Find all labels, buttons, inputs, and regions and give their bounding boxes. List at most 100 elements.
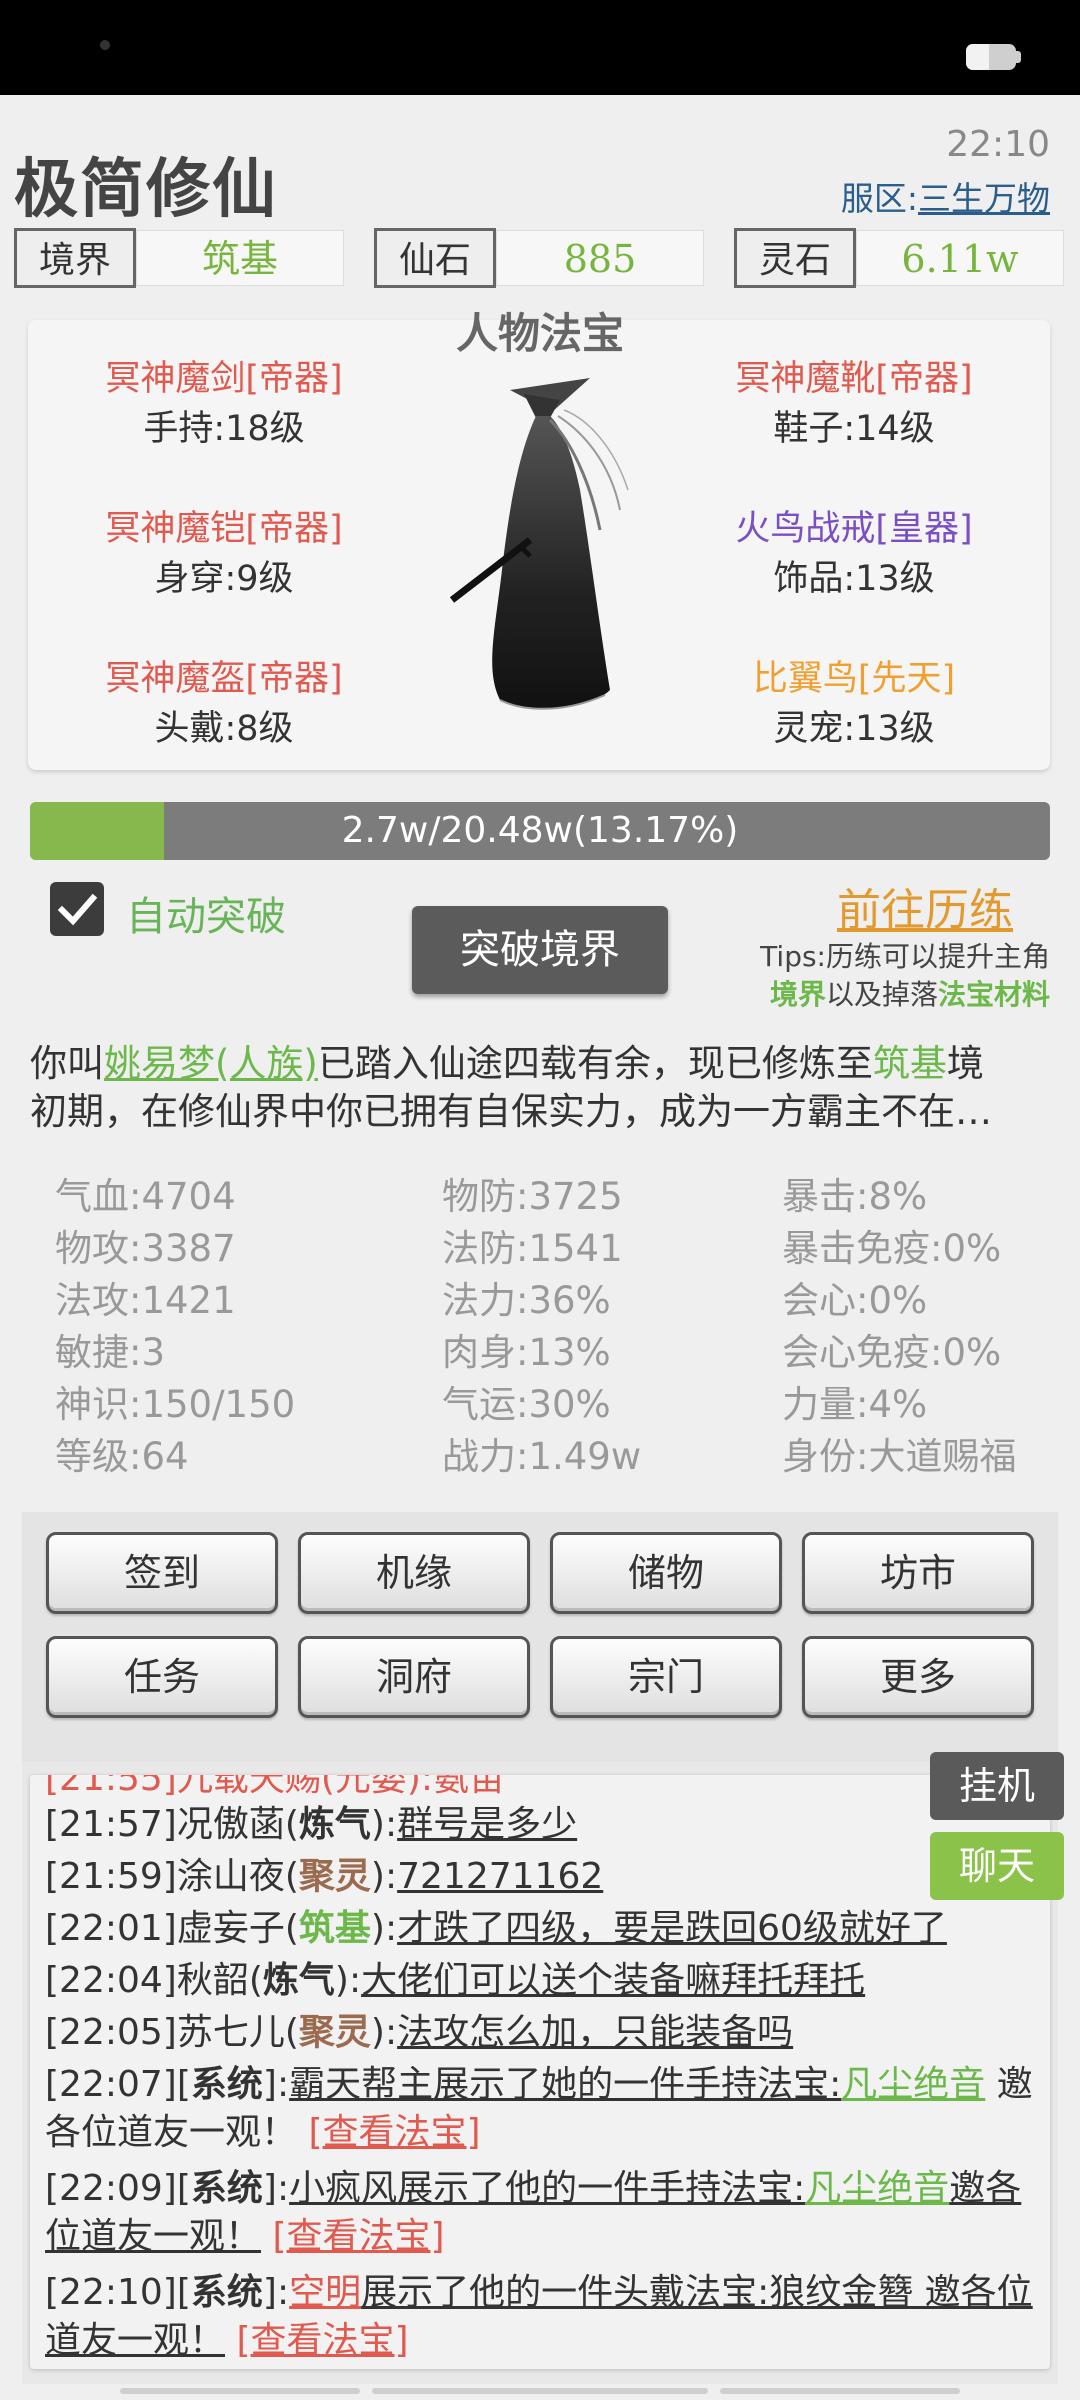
storage-button[interactable]: 储物	[550, 1532, 782, 1614]
view-treasure-link[interactable]: [查看法宝]	[272, 2216, 444, 2257]
tips-realm: 境界	[769, 978, 826, 1011]
cave-button[interactable]: 洞府	[298, 1636, 530, 1718]
view-treasure-link[interactable]: [查看法宝]	[236, 2320, 408, 2361]
tips-line-1: Tips:历练可以提升主角	[760, 940, 1050, 973]
attribute-stat: 物防:3725	[442, 1175, 623, 1218]
chat-realm: 聚灵	[298, 2012, 371, 2053]
market-button[interactable]: 坊市	[802, 1532, 1034, 1614]
attribute-stat: 暴击免疫:0%	[782, 1227, 1002, 1270]
attribute-stat: 战力:1.49w	[442, 1435, 642, 1478]
tips-line-2: 境界以及掉落法宝材料	[700, 976, 1050, 1014]
chat-time: [22:01]	[45, 1908, 177, 1949]
chat-log[interactable]: [21:55]九载天赐(元婴):氨苗 [21:57]况傲菡(炼气):群号是多少 …	[30, 1775, 1050, 2369]
attribute-stat: 肉身:13%	[442, 1331, 611, 1374]
server-label: 服区:	[840, 179, 918, 218]
battery-icon	[966, 44, 1016, 70]
story-line-2: 初期，在修仙界中你已拥有自保实力，成为一方霸主不在…	[30, 1090, 992, 1133]
system-tag: 系统	[190, 2272, 263, 2313]
chat-text: 法攻怎么加，只能装备吗	[397, 2012, 794, 2053]
chat-message: [22:05]苏七儿(聚灵):法攻怎么加，只能装备吗	[45, 2012, 794, 2053]
sign-in-button[interactable]: 签到	[46, 1532, 278, 1614]
go-training-link[interactable]: 前往历练	[800, 874, 1050, 938]
attribute-stat: 法防:1541	[442, 1227, 623, 1270]
character-name-link[interactable]: 姚易梦(人族)	[104, 1042, 318, 1085]
system-message: [22:10][系统]:空明展示了他的一件头戴法宝:狼纹金簪 邀各位道友一观！ …	[45, 2272, 1033, 2361]
chat-message: [22:04]秋韶(炼气):大佬们可以送个装备嘛拜托拜托	[45, 1960, 866, 2001]
equip-weapon-slot: 手持:18级	[143, 409, 305, 449]
tasks-button[interactable]: 任务	[46, 1636, 278, 1718]
auto-idle-button[interactable]: 挂机	[930, 1752, 1064, 1820]
chat-time: [21:57]	[45, 1804, 177, 1845]
equip-pet-name[interactable]: 比翼鸟[先天]	[674, 650, 1034, 701]
attribute-stat: 敏捷:3	[55, 1331, 166, 1374]
attribute-stat: 会心免疫:0%	[782, 1331, 1002, 1374]
battery-nub	[1016, 51, 1021, 63]
attribute-stat: 气运:30%	[442, 1383, 611, 1426]
fortune-button[interactable]: 机缘	[298, 1532, 530, 1614]
attribute-stat: 法攻:1421	[55, 1279, 236, 1322]
auto-breakthrough-checkbox[interactable]	[50, 882, 104, 936]
system-user[interactable]: 霸天帮主	[289, 2064, 433, 2105]
equip-boots-name[interactable]: 冥神魔靴[帝器]	[674, 350, 1034, 401]
chat-realm: 炼气	[262, 1960, 335, 2001]
server-name-link[interactable]: 三生万物	[918, 179, 1050, 218]
view-treasure-link[interactable]: [查看法宝]	[308, 2112, 480, 2153]
equip-ring-slot: 饰品:13级	[773, 559, 935, 599]
chat-user[interactable]: 苏七儿	[177, 2012, 285, 2053]
chat-time: [22:04]	[45, 1960, 177, 2001]
attribute-stat: 暴击:8%	[782, 1175, 928, 1218]
chat-user[interactable]: 虚妄子	[177, 1908, 285, 1949]
more-button[interactable]: 更多	[802, 1636, 1034, 1718]
game-clock: 22:10	[946, 124, 1050, 165]
system-message: [22:09][系统]:小疯风展示了他的一件手持法宝:凡尘绝音邀各位道友一观！ …	[45, 2168, 1022, 2257]
chat-user[interactable]: 涂山夜	[177, 1856, 285, 1897]
chat-button[interactable]: 聊天	[930, 1832, 1064, 1900]
system-user[interactable]: 小疯风	[289, 2168, 397, 2209]
chat-partial-line: [21:55]九载天赐(元婴):氨苗	[45, 1775, 1040, 1803]
tips-text: Tips:历练可以提升主角 境界以及掉落法宝材料	[700, 938, 1050, 1014]
breakthrough-button[interactable]: 突破境界	[412, 906, 668, 994]
camera-dot	[100, 40, 110, 50]
equip-helmet-name[interactable]: 冥神魔盔[帝器]	[44, 650, 404, 701]
story-text-1: 你叫	[30, 1042, 104, 1085]
chat-text: 大佬们可以送个装备嘛拜托拜托	[361, 1960, 866, 2001]
battery-level	[966, 44, 989, 70]
system-user[interactable]: 空明	[289, 2272, 361, 2313]
chat-time: [22:09]	[45, 2168, 177, 2209]
attribute-stat: 气血:4704	[55, 1175, 236, 1218]
system-desc: 展示了他的一件手持法宝:	[397, 2168, 806, 2209]
attribute-stat: 会心:0%	[782, 1279, 928, 1322]
system-tag: 系统	[190, 2168, 263, 2209]
equip-weapon-name[interactable]: 冥神魔剑[帝器]	[44, 350, 404, 401]
attribute-stat: 等级:64	[55, 1435, 189, 1478]
equip-armor-name[interactable]: 冥神魔铠[帝器]	[44, 500, 404, 551]
treasure-name-link[interactable]: 凡尘绝音	[841, 2064, 985, 2105]
story-realm: 筑基	[872, 1042, 947, 1085]
attribute-stat: 法力:36%	[442, 1279, 611, 1322]
character-figure	[449, 378, 629, 710]
chat-time: [22:07]	[45, 2064, 177, 2105]
tips-materials: 法宝材料	[937, 978, 1050, 1011]
auto-breakthrough-label[interactable]: 自动突破	[126, 884, 286, 942]
equip-armor-slot: 身穿:9级	[154, 559, 294, 599]
checkmark-icon	[57, 893, 98, 926]
attribute-stat: 身份:大道赐福	[782, 1435, 1017, 1478]
equip-ring-name[interactable]: 火鸟战戒[皇器]	[674, 500, 1034, 551]
equip-pet-slot: 灵宠:13级	[773, 709, 935, 749]
chat-user[interactable]: 况傲菡	[177, 1804, 285, 1845]
sect-button[interactable]: 宗门	[550, 1636, 782, 1718]
equip-boots-slot: 鞋子:14级	[773, 409, 935, 449]
app-title: 极简修仙	[14, 152, 278, 227]
chat-text: 群号是多少	[397, 1804, 578, 1845]
nav-indicator-left	[120, 2388, 360, 2394]
equipment-title: 人物法宝	[455, 309, 624, 358]
nav-indicator-center	[372, 2388, 708, 2394]
server-info[interactable]: 服区:三生万物	[780, 172, 1050, 220]
equip-helmet-slot: 头戴:8级	[154, 709, 294, 749]
character-story: 你叫姚易梦(人族)已踏入仙途四载有余，现已修炼至筑基境 初期，在修仙界中你已拥有…	[30, 1040, 1050, 1136]
chat-realm: 聚灵	[298, 1856, 371, 1897]
attribute-stat: 力量:4%	[782, 1383, 928, 1426]
chat-user[interactable]: 秋韶	[177, 1960, 249, 2001]
treasure-name-link[interactable]: 凡尘绝音	[805, 2168, 949, 2209]
chat-message: [22:01]虚妄子(筑基):才跌了四级，要是跌回60级就好了	[45, 1908, 947, 1949]
